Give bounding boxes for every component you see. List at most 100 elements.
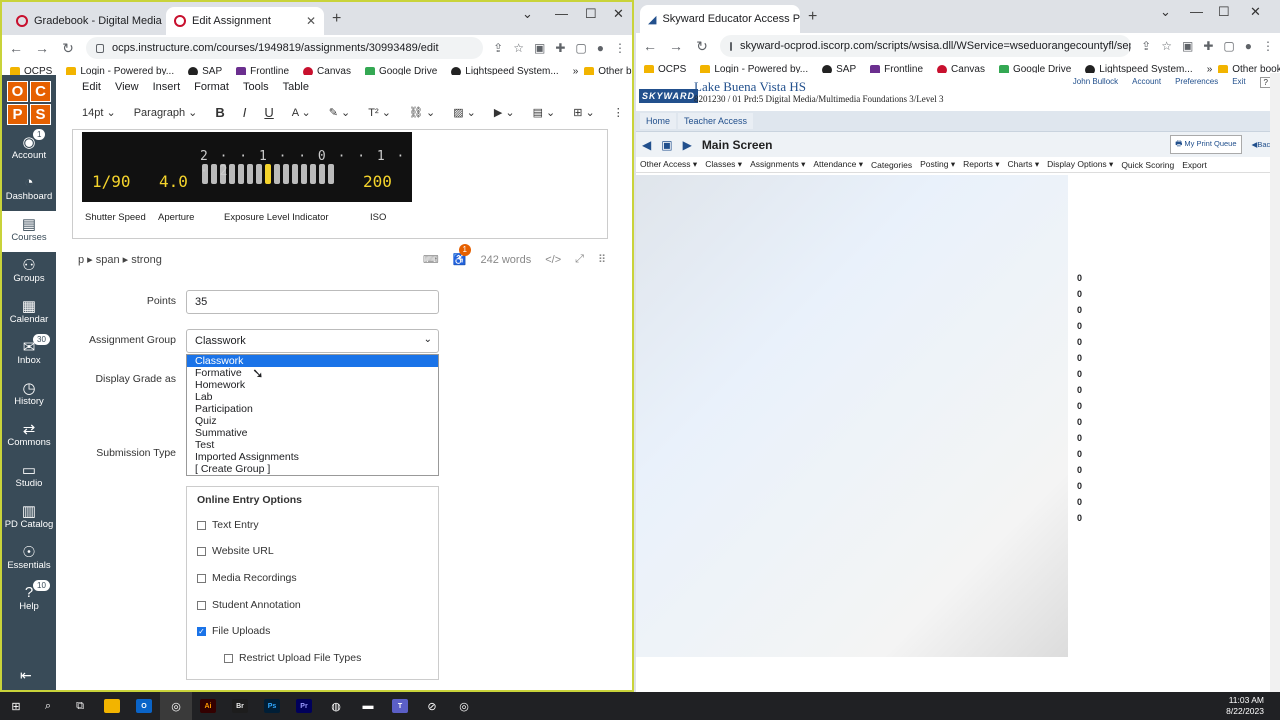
search-icon[interactable]: ⌕ [32, 692, 64, 720]
fullscreen-icon[interactable]: ⤢ [575, 253, 584, 266]
assignment-group-select[interactable]: Classwork ⌄ [186, 329, 439, 353]
maximize-icon[interactable]: ☐ [585, 6, 597, 22]
html-editor-toggle[interactable]: </> [545, 254, 561, 266]
nav-history[interactable]: ◷ History [2, 375, 56, 416]
nav-studio[interactable]: ▭ Studio [2, 457, 56, 498]
ocps-logo[interactable]: OCPS [7, 81, 51, 125]
bridge-icon[interactable]: Br [224, 692, 256, 720]
nav-dashboard[interactable]: ◔ Dashboard [2, 170, 56, 211]
text-color-icon[interactable]: A ⌄ [292, 106, 311, 119]
menu-table[interactable]: Table [283, 81, 309, 93]
app-icon[interactable]: ⊘ [416, 692, 448, 720]
menu-charts[interactable]: Charts ▾ [1005, 159, 1041, 170]
menu-reports[interactable]: Reports ▾ [961, 159, 1001, 170]
checkbox-student-annotation[interactable]: Student Annotation [197, 599, 301, 611]
nav-pd-catalog[interactable]: ▥ PD Catalog [2, 498, 56, 539]
chevron-down-icon[interactable]: ⌄ [522, 6, 533, 22]
chevron-down-icon[interactable]: ⌄ [1160, 4, 1171, 20]
share-icon[interactable]: ⇪ [493, 41, 503, 55]
new-tab-icon[interactable]: + [332, 10, 341, 28]
share-icon[interactable]: ⇪ [1141, 39, 1151, 53]
checkbox-website-url[interactable]: Website URL [197, 545, 274, 557]
reload-icon[interactable]: ↻ [60, 40, 76, 57]
superscript-icon[interactable]: T² ⌄ [368, 106, 391, 119]
accessibility-checker-icon[interactable]: ♿ 1 [453, 244, 471, 266]
back-arrow-icon[interactable]: ◀ [642, 138, 651, 152]
task-view-icon[interactable]: ⧉ [64, 692, 96, 720]
sidebar-icon[interactable]: ▢ [1223, 39, 1234, 53]
menu-kebab-icon[interactable]: ⋮ [1262, 39, 1274, 53]
home-icon[interactable]: ▣ [661, 138, 672, 152]
block-format-select[interactable]: Paragraph ⌄ [134, 106, 198, 119]
teams-icon[interactable]: T [384, 692, 416, 720]
forward-arrow-icon[interactable]: ▶ [683, 138, 692, 152]
reload-icon[interactable]: ↻ [694, 38, 710, 55]
tab-teacher-access[interactable]: Teacher Access [678, 113, 754, 129]
minimize-icon[interactable]: — [555, 6, 568, 21]
forward-icon[interactable]: → [668, 38, 684, 54]
image-icon[interactable]: ▨ ⌄ [453, 106, 476, 119]
system-clock[interactable]: 11:03 AM 8/22/2023 [1226, 695, 1280, 717]
menu-display-options[interactable]: Display Options ▾ [1045, 159, 1115, 170]
option-imported-assignments[interactable]: Imported Assignments [187, 451, 438, 463]
minimize-icon[interactable]: — [1190, 4, 1203, 19]
extension-icon[interactable]: ▣ [1182, 39, 1193, 53]
extension-icon[interactable]: ▣ [534, 41, 545, 55]
close-window-icon[interactable]: ✕ [1250, 4, 1261, 20]
tab-skyward[interactable]: ◢ Skyward Educator Access Plus ✕ [640, 5, 800, 33]
option-formative[interactable]: Formative [187, 367, 438, 379]
file-explorer-icon[interactable] [96, 692, 128, 720]
menu-edit[interactable]: Edit [82, 81, 101, 93]
profile-avatar[interactable]: ● [1245, 39, 1252, 53]
puzzle-icon[interactable]: ✚ [1203, 39, 1213, 53]
new-tab-icon[interactable]: + [808, 8, 817, 26]
sidebar-icon[interactable]: ▢ [575, 41, 586, 55]
menu-assignments[interactable]: Assignments ▾ [748, 159, 807, 170]
highlight-icon[interactable]: ✎ ⌄ [329, 106, 351, 119]
address-bar[interactable]: skyward-ocprod.iscorp.com/scripts/wsisa.… [720, 35, 1132, 57]
menu-quick-scoring[interactable]: Quick Scoring [1119, 160, 1176, 170]
chrome-icon[interactable]: ◎ [160, 692, 192, 720]
menu-kebab-icon[interactable]: ⋮ [614, 41, 626, 55]
document-icon[interactable]: ▤ ⌄ [533, 106, 556, 119]
chrome-icon[interactable]: ◎ [448, 692, 480, 720]
print-queue-button[interactable]: 🖶 My Print Queue [1170, 135, 1242, 154]
checkbox-file-uploads[interactable]: ✓ File Uploads [197, 625, 270, 637]
checkbox-text-entry[interactable]: Text Entry [197, 519, 259, 531]
exit-link[interactable]: Exit [1232, 77, 1245, 88]
font-size-select[interactable]: 14pt ⌄ [82, 106, 116, 119]
option-test[interactable]: Test [187, 439, 438, 451]
collapse-nav-icon[interactable]: ⇤ [20, 667, 32, 684]
option-create-group[interactable]: [ Create Group ] [187, 463, 438, 475]
tab-home[interactable]: Home [640, 113, 677, 129]
nav-commons[interactable]: ⇄ Commons [2, 416, 56, 457]
app-icon[interactable]: ◍ [320, 692, 352, 720]
vertical-scrollbar[interactable] [1270, 73, 1280, 692]
nav-calendar[interactable]: ▦ Calendar [2, 293, 56, 334]
menu-attendance[interactable]: Attendance ▾ [811, 159, 865, 170]
points-input[interactable]: 35 [186, 290, 439, 314]
forward-icon[interactable]: → [34, 40, 50, 56]
nav-groups[interactable]: ⚇ Groups [2, 252, 56, 293]
nav-essentials[interactable]: ☉ Essentials [2, 539, 56, 580]
menu-tools[interactable]: Tools [243, 81, 269, 93]
account-link[interactable]: Account [1132, 77, 1161, 88]
apps-icon[interactable]: ⊞ ⌄ [573, 106, 595, 119]
keyboard-icon[interactable]: ⌨ [423, 253, 439, 266]
puzzle-icon[interactable]: ✚ [555, 41, 565, 55]
italic-icon[interactable]: I [243, 105, 247, 120]
app-icon[interactable]: ▬ [352, 692, 384, 720]
preferences-link[interactable]: Preferences [1175, 77, 1218, 88]
outlook-icon[interactable]: O [128, 692, 160, 720]
profile-avatar[interactable]: ● [597, 41, 604, 55]
bold-icon[interactable]: B [215, 105, 224, 120]
word-count[interactable]: 242 words [480, 254, 531, 266]
tab-edit-assignment[interactable]: Edit Assignment ✕ [166, 7, 324, 35]
menu-posting[interactable]: Posting ▾ [918, 159, 957, 170]
close-tab-icon[interactable]: ✕ [306, 14, 316, 28]
nav-help[interactable]: ? 10 Help [2, 580, 56, 621]
nav-inbox[interactable]: ✉ 30 Inbox [2, 334, 56, 375]
rich-content-editor[interactable]: 1/90 4.0 2 · · 1 · · 0 · · 1 · · 2 200 S… [72, 129, 608, 239]
option-summative[interactable]: Summative [187, 427, 438, 439]
illustrator-icon[interactable]: Ai [192, 692, 224, 720]
